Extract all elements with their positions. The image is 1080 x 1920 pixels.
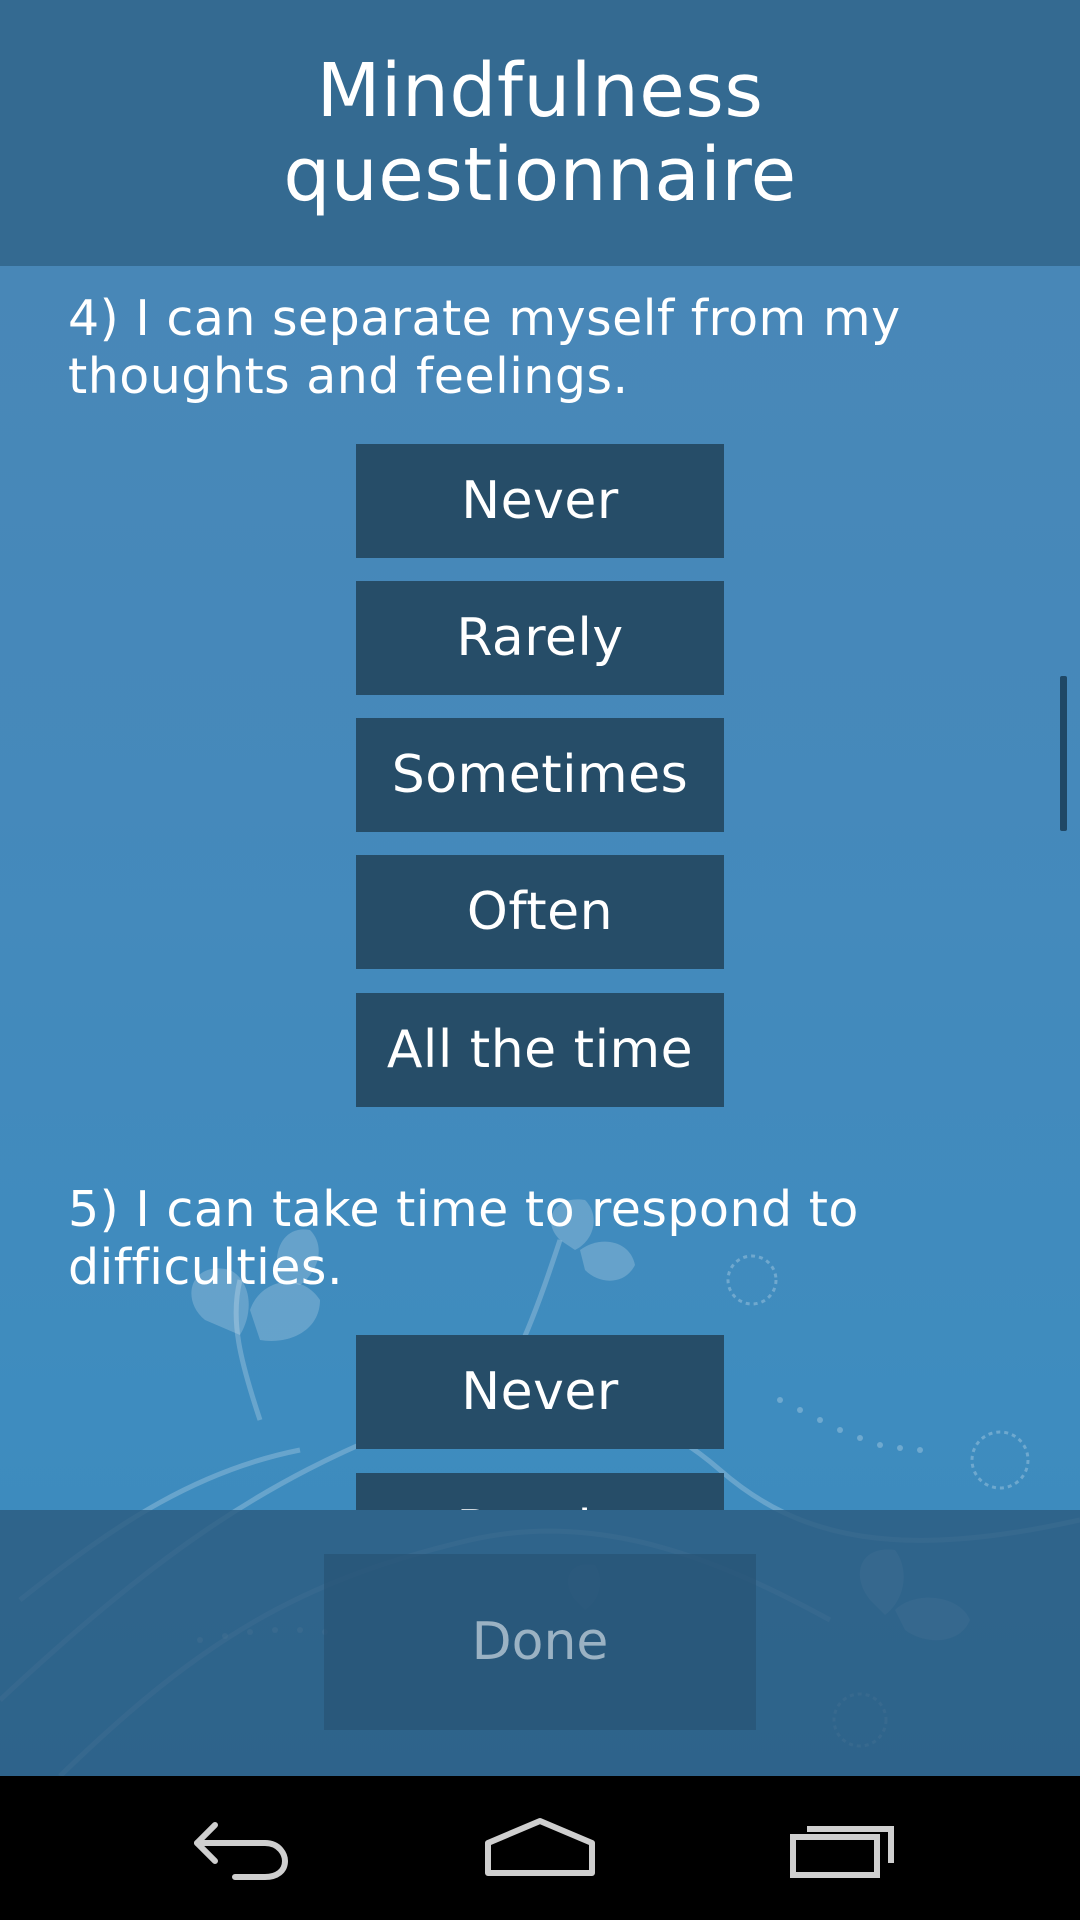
back-button[interactable] bbox=[150, 1776, 330, 1920]
app-header: Mindfulness questionnaire bbox=[0, 0, 1080, 266]
recent-apps-icon bbox=[790, 1826, 894, 1878]
screen: Mindfulness questionnaire 4) I can separ… bbox=[0, 0, 1080, 1920]
option-rarely-button[interactable]: Rarely bbox=[356, 1473, 724, 1510]
recent-apps-button[interactable] bbox=[755, 1776, 935, 1920]
home-button[interactable] bbox=[450, 1776, 630, 1920]
back-icon bbox=[194, 1822, 289, 1880]
questionnaire-list[interactable]: 4) I can separate myself from my thought… bbox=[0, 266, 1080, 1510]
app-window: Mindfulness questionnaire 4) I can separ… bbox=[0, 0, 1080, 1776]
scrollbar[interactable] bbox=[1060, 676, 1067, 831]
option-never-button[interactable]: Never bbox=[356, 444, 724, 558]
question-text: 5) I can take time to respond to difficu… bbox=[68, 1181, 859, 1296]
footer-bar: Done bbox=[0, 1510, 1080, 1776]
question-text: 4) I can separate myself from my thought… bbox=[68, 290, 901, 405]
done-button[interactable]: Done bbox=[324, 1554, 756, 1730]
option-often-button[interactable]: Often bbox=[356, 855, 724, 969]
page-title: Mindfulness questionnaire bbox=[283, 48, 797, 218]
option-rarely-button[interactable]: Rarely bbox=[356, 581, 724, 695]
option-all-the-time-button[interactable]: All the time bbox=[356, 993, 724, 1107]
option-never-button[interactable]: Never bbox=[356, 1335, 724, 1449]
home-icon bbox=[485, 1818, 595, 1876]
option-sometimes-button[interactable]: Sometimes bbox=[356, 718, 724, 832]
system-navigation-bar bbox=[0, 1776, 1080, 1920]
